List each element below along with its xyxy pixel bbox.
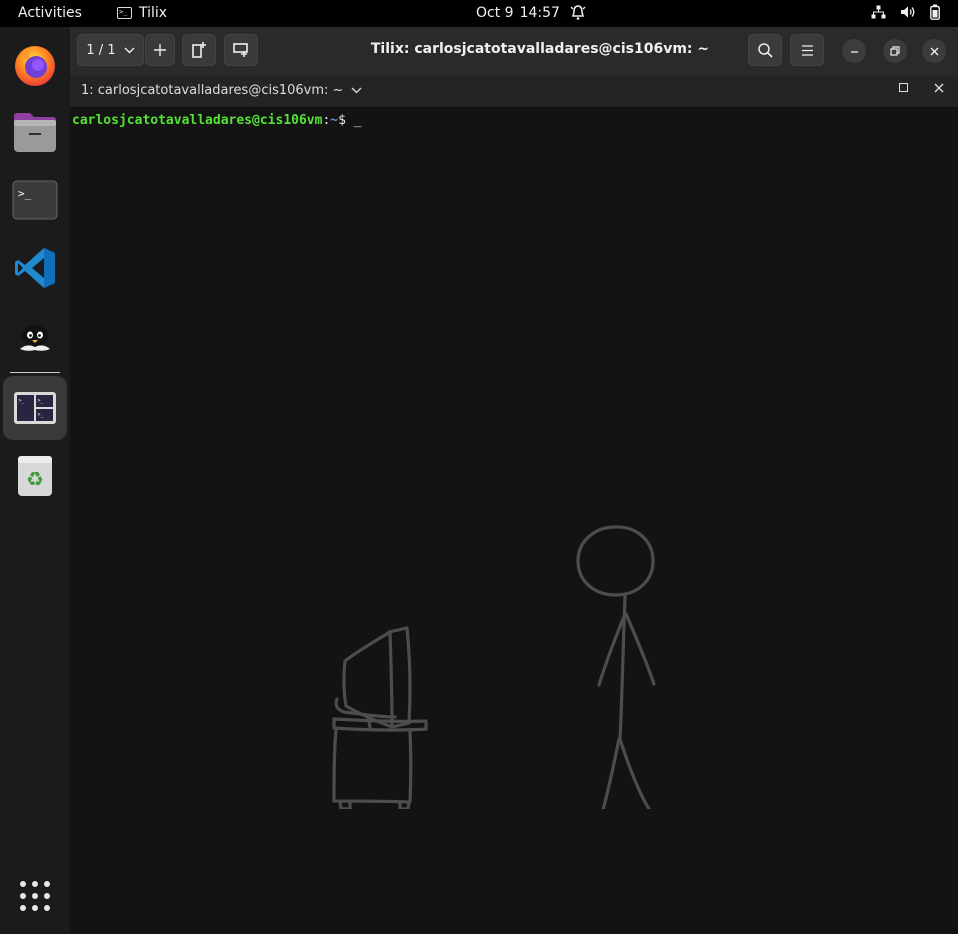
session-switcher-button[interactable]: 1 / 1 xyxy=(77,34,144,66)
vscode-icon xyxy=(15,248,55,288)
svg-text:>_: >_ xyxy=(38,412,45,418)
dock-trash[interactable]: ♻ xyxy=(3,444,67,508)
prompt-path: ~ xyxy=(330,113,339,128)
files-icon xyxy=(14,113,56,152)
prompt-user-host: carlosjcatotavalladares@cis106vm xyxy=(72,113,323,128)
clock-time: 14:57 xyxy=(519,5,560,21)
prompt-symbol: $ xyxy=(338,113,346,128)
svg-text:♻: ♻ xyxy=(26,467,44,491)
terminal-title-bar: 1: carlosjcatotavalladares@cis106vm: ~ xyxy=(70,75,958,108)
svg-text:>_: >_ xyxy=(19,398,26,404)
svg-text:>_: >_ xyxy=(38,398,45,404)
dock-firefox[interactable] xyxy=(3,33,67,97)
add-icon xyxy=(154,44,166,56)
bell-icon[interactable] xyxy=(570,4,586,25)
close-terminal-button[interactable] xyxy=(934,81,944,97)
dock-files[interactable] xyxy=(3,100,67,164)
chevron-down-icon xyxy=(124,47,135,53)
search-icon xyxy=(757,42,773,58)
tilix-app-icon: >_ xyxy=(117,7,132,19)
terminal-title-label: 1: carlosjcatotavalladares@cis106vm: ~ xyxy=(81,83,344,98)
dock-terminal[interactable]: >_ xyxy=(3,168,67,232)
tilix-window: 1 / 1 Tilix: carlosjcatotavalladares@cis… xyxy=(70,27,958,934)
add-terminal-down-icon xyxy=(233,43,248,57)
network-icon xyxy=(871,5,886,23)
close-icon xyxy=(934,83,944,93)
add-terminal-right-icon xyxy=(192,42,206,58)
search-button[interactable] xyxy=(748,34,782,66)
terminal-area[interactable]: carlosjcatotavalladares@cis106vm:~$ _ xyxy=(70,109,958,934)
close-button[interactable] xyxy=(922,39,946,63)
menu-icon xyxy=(801,44,813,56)
top-bar: Activities >_ Tilix Oct 9 14:57 xyxy=(0,0,958,27)
dock: >_ >_ >_ >_ ♻ xyxy=(0,27,70,934)
battery-icon xyxy=(930,4,940,24)
clock[interactable]: Oct 9 14:57 xyxy=(476,5,560,21)
session-counter: 1 / 1 xyxy=(86,42,116,58)
restore-button[interactable] xyxy=(883,39,907,63)
svg-text:>_: >_ xyxy=(18,187,32,200)
chevron-down-icon xyxy=(351,87,362,94)
tilix-icon: >_ >_ >_ xyxy=(14,392,56,424)
maximize-terminal-button[interactable] xyxy=(899,82,908,95)
show-apps-button[interactable] xyxy=(19,880,51,916)
menu-button[interactable] xyxy=(790,34,824,66)
minimize-button[interactable] xyxy=(842,39,866,63)
clock-date: Oct 9 xyxy=(476,5,514,21)
restore-icon xyxy=(890,46,900,56)
add-terminal-right-button[interactable] xyxy=(182,34,216,66)
grid-icon xyxy=(20,881,50,911)
dock-penguin-app[interactable] xyxy=(3,304,67,368)
terminal-icon: >_ xyxy=(12,180,58,220)
dock-separator xyxy=(10,372,60,373)
volume-icon xyxy=(900,5,916,23)
minimize-icon xyxy=(850,50,858,53)
xkcd-background-drawing xyxy=(332,525,656,809)
dock-tilix[interactable]: >_ >_ >_ xyxy=(3,376,67,440)
add-terminal-down-button[interactable] xyxy=(224,34,258,66)
dock-vscode[interactable] xyxy=(3,236,67,300)
firefox-icon xyxy=(15,46,55,86)
new-session-button[interactable] xyxy=(145,34,175,66)
penguin-icon xyxy=(20,325,50,351)
system-tray[interactable] xyxy=(871,4,940,24)
window-title: Tilix: carlosjcatotavalladares@cis106vm:… xyxy=(370,41,710,57)
app-menu[interactable]: >_ Tilix xyxy=(117,5,167,21)
maximize-icon xyxy=(899,83,908,92)
activities-button[interactable]: Activities xyxy=(18,5,82,21)
header-bar: 1 / 1 Tilix: carlosjcatotavalladares@cis… xyxy=(70,27,958,75)
close-icon xyxy=(930,47,938,55)
terminal-title-dropdown[interactable]: 1: carlosjcatotavalladares@cis106vm: ~ xyxy=(81,83,362,98)
shell-prompt: carlosjcatotavalladares@cis106vm:~$ _ xyxy=(72,113,362,128)
terminal-cursor: _ xyxy=(353,113,362,128)
app-menu-label: Tilix xyxy=(139,5,168,21)
trash-icon: ♻ xyxy=(18,456,52,496)
